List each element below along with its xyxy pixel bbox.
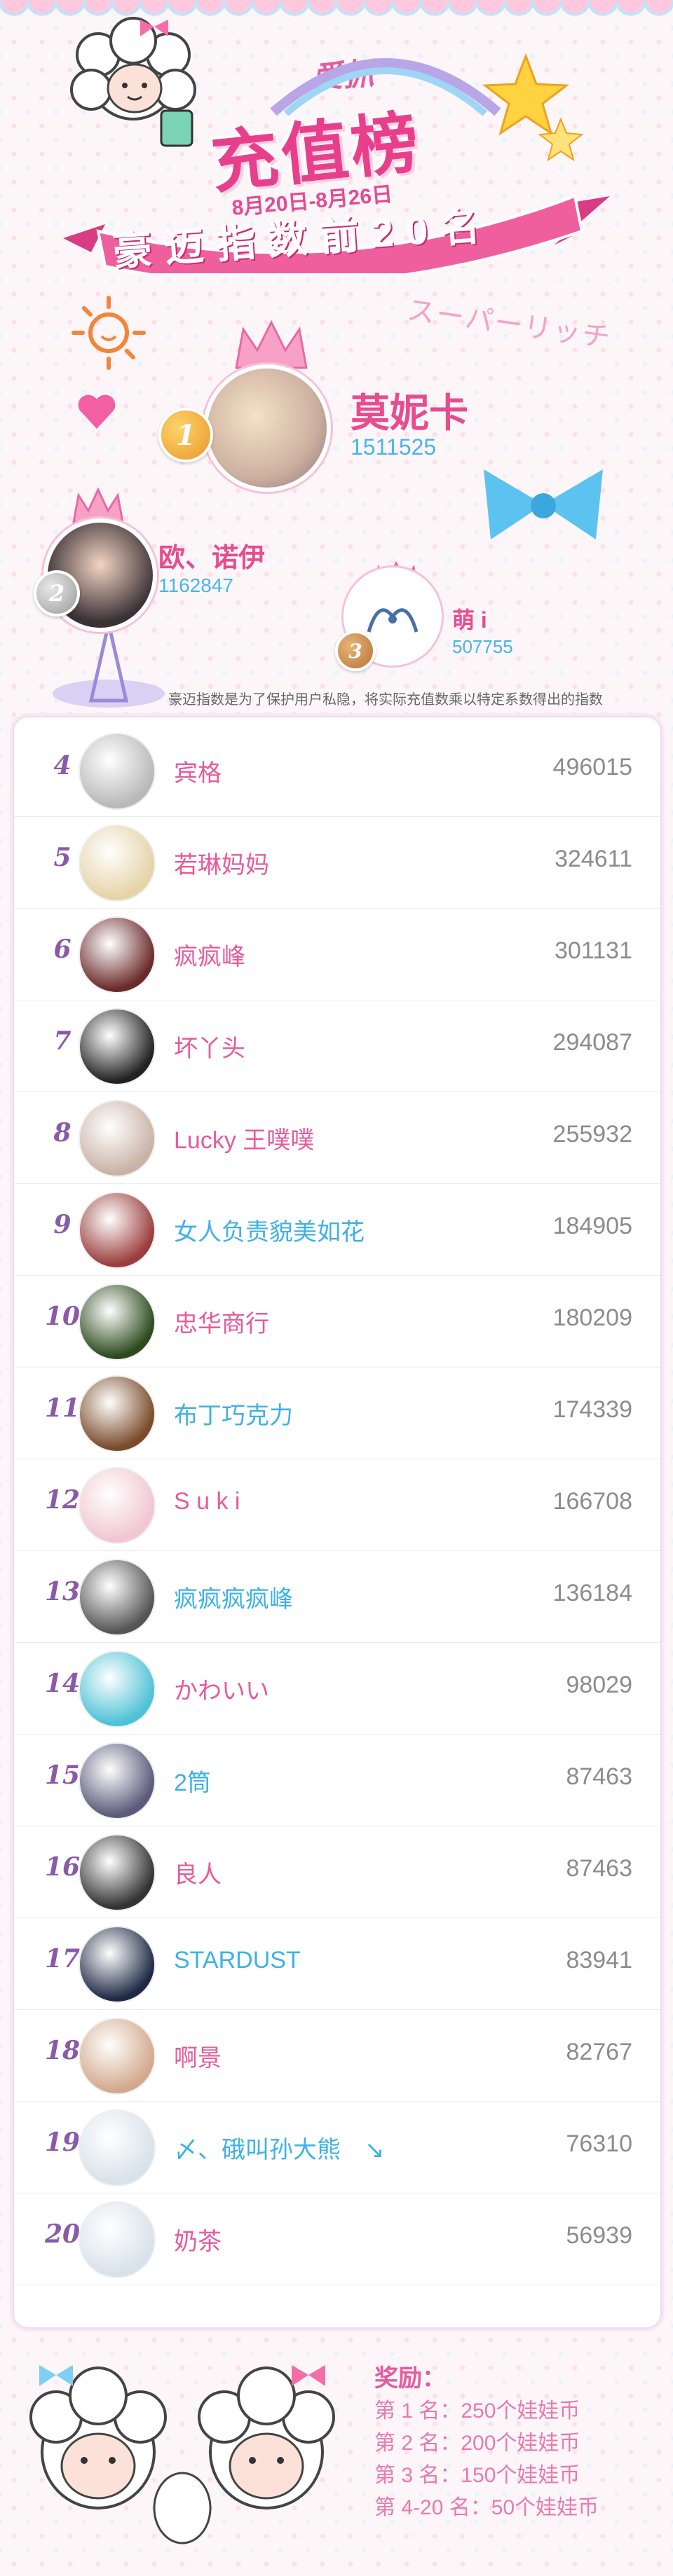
top3-name: 萌 i (452, 607, 487, 633)
avatar[interactable] (79, 1559, 156, 1636)
top2-value: 1162847 (158, 574, 233, 596)
avatar[interactable] (79, 1192, 156, 1269)
score-value: 87463 (566, 1855, 632, 1882)
avatar[interactable] (79, 2109, 156, 2186)
rank2-medal-icon: 2 (34, 570, 80, 617)
reward-line-3: 第 3 名：150个娃娃币 (374, 2464, 580, 2487)
user-name: 啊景 (174, 2045, 222, 2072)
score-value: 496015 (552, 754, 632, 780)
user-name: STARDUST (174, 1947, 301, 1974)
score-value: 98029 (566, 1672, 632, 1698)
avatar[interactable] (79, 1926, 156, 2003)
user-name: 2筒 (174, 1770, 211, 1796)
user-name: かわいい (174, 1678, 269, 1704)
ranking-list: 4 宾格 496015 5 若琳妈妈 324611 6 疯疯峰 301131 7 坏丫头 294087… (13, 716, 662, 2329)
top3-avatar-art-icon (367, 608, 419, 633)
sheep-mascot-icon (70, 17, 196, 147)
rank1-medal-icon: 1 (158, 408, 213, 462)
reward-title: 奖励： (374, 2365, 446, 2392)
avatar[interactable] (79, 825, 156, 902)
score-value: 83941 (566, 1947, 632, 1974)
score-value: 255932 (552, 1121, 632, 1148)
avatar[interactable] (79, 2018, 156, 2095)
top1-name: 莫妮卡 (351, 391, 468, 435)
score-value: 82767 (566, 2039, 632, 2065)
user-name: 疯疯疯疯峰 (174, 1586, 293, 1613)
table-row[interactable]: 6 疯疯峰 301131 (14, 908, 660, 1000)
reward-line-1: 第 1 名：250个娃娃币 (374, 2399, 580, 2423)
table-row[interactable]: 4 宾格 496015 (14, 724, 660, 817)
avatar[interactable] (79, 2201, 156, 2278)
table-row[interactable]: 10 忠华商行 180209 (14, 1275, 660, 1368)
reward-line-2: 第 2 名：200个娃娃币 (374, 2432, 580, 2455)
user-name: S u k i (174, 1488, 240, 1515)
score-value: 87463 (566, 1763, 632, 1790)
avatar[interactable] (79, 1100, 156, 1177)
top1-value: 1511525 (351, 434, 437, 460)
table-row[interactable]: 5 若琳妈妈 324611 (14, 816, 660, 909)
top1-avatar[interactable] (203, 364, 331, 492)
header-banner: 爱抓 充值榜 8月20日-8月26日 豪迈指数前20名 スーパーリッチ (0, 0, 673, 708)
score-value: 76310 (566, 2130, 632, 2157)
avatar[interactable] (79, 1834, 156, 1911)
user-name: 若琳妈妈 (174, 852, 269, 879)
score-value: 166708 (552, 1488, 632, 1515)
sheep-couple-icon (29, 2365, 335, 2544)
avatar[interactable] (79, 1742, 156, 1819)
top2-name: 欧、诺伊 (158, 544, 266, 573)
user-name: 疯疯峰 (174, 944, 245, 970)
user-name: 宾格 (174, 760, 222, 787)
table-row[interactable]: 8 Lucky 王噗噗 255932 (14, 1091, 660, 1184)
score-value: 301131 (555, 937, 632, 964)
reward-line-4: 第 4-20 名：50个娃娃币 (374, 2496, 599, 2519)
user-name: 奶茶 (174, 2229, 222, 2255)
table-row[interactable]: 13 疯疯疯疯峰 136184 (14, 1550, 660, 1643)
user-name: 坏丫头 (174, 1035, 245, 1062)
table-row[interactable]: 18 啊景 82767 (14, 2009, 660, 2102)
table-row[interactable]: 9 女人负责貌美如花 184905 (14, 1183, 660, 1276)
score-value: 294087 (552, 1029, 632, 1056)
deco-text: スーパーリッチ (405, 294, 613, 354)
bow-icon (484, 469, 603, 539)
table-row[interactable]: 20 奶茶 56939 (14, 2193, 660, 2285)
eiffel-tower-icon (53, 624, 165, 708)
user-name: Lucky 王噗噗 (174, 1127, 315, 1154)
table-row[interactable]: 12 S u k i 166708 (14, 1459, 660, 1551)
avatar[interactable] (79, 1467, 156, 1544)
score-value: 136184 (552, 1580, 632, 1606)
avatar[interactable] (79, 916, 156, 993)
avatar[interactable] (79, 733, 156, 810)
avatar[interactable] (79, 1375, 156, 1452)
table-row[interactable]: 11 布丁巧克力 174339 (14, 1367, 660, 1459)
table-row[interactable]: 7 坏丫头 294087 (14, 1000, 660, 1092)
user-name: 良人 (174, 1861, 222, 1888)
score-value: 180209 (552, 1304, 632, 1331)
rank3-medal-icon: 3 (335, 631, 376, 671)
score-value: 174339 (552, 1396, 632, 1423)
table-row[interactable]: 16 良人 87463 (14, 1826, 660, 1918)
sun-icon (72, 296, 146, 370)
score-value: 324611 (555, 846, 632, 872)
avatar[interactable] (79, 1651, 156, 1728)
score-value: 184905 (552, 1213, 632, 1239)
star-decoration-icon (482, 53, 584, 162)
table-row[interactable]: 15 2筒 87463 (14, 1734, 660, 1826)
heart-icon (78, 394, 116, 429)
notice-text: 豪迈指数是为了保护用户私隐，将实际充值数乘以特定系数得出的指数 (168, 692, 603, 708)
user-name: 女人负责貌美如花 (174, 1219, 365, 1246)
crown-icon (235, 319, 308, 369)
table-row[interactable]: 14 かわいい 98029 (14, 1642, 660, 1735)
avatar[interactable] (79, 1008, 156, 1085)
table-row[interactable]: 19 〆、硪叫孙大熊 ↘ 76310 (14, 2101, 660, 2193)
user-name: 忠华商行 (174, 1311, 269, 1337)
table-row[interactable]: 17 STARDUST 83941 (14, 1917, 660, 2010)
avatar[interactable] (79, 1283, 156, 1361)
score-value: 56939 (566, 2222, 632, 2249)
user-name: 布丁巧克力 (174, 1403, 293, 1429)
user-name: 〆、硪叫孙大熊 ↘ (174, 2137, 385, 2163)
top3-value: 507755 (452, 636, 513, 657)
